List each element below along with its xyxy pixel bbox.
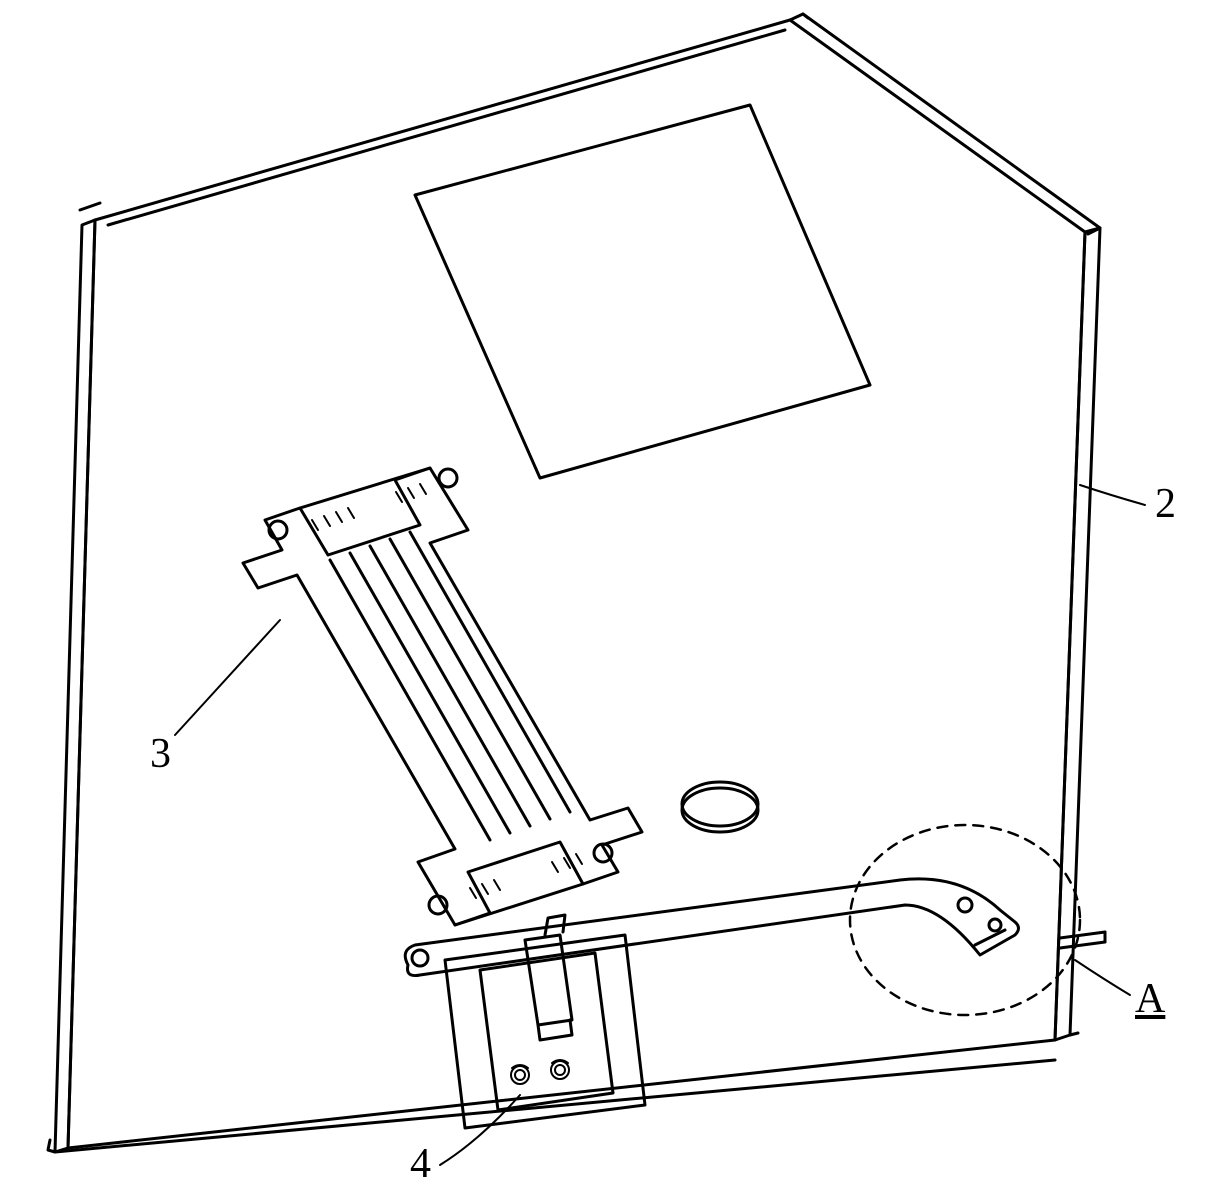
panel-outline (48, 14, 1100, 1152)
callout-A: A (1135, 975, 1165, 1023)
callout-2: 2 (1155, 480, 1176, 528)
grille (243, 468, 642, 925)
detail-circle (850, 825, 1080, 1015)
callout-3: 3 (150, 730, 171, 778)
linkage-arm (405, 879, 1105, 976)
figure-container: 2 3 4 A (0, 0, 1209, 1183)
window-cutout (415, 105, 870, 478)
round-boss (682, 782, 758, 832)
leaders (175, 485, 1145, 1165)
callout-4: 4 (410, 1140, 431, 1188)
drawing-svg (0, 0, 1209, 1183)
